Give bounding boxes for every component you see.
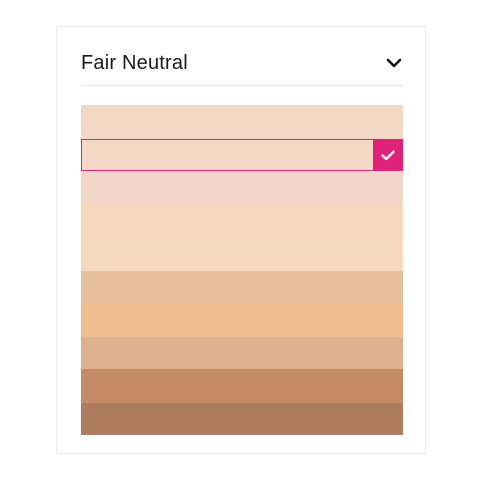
shade-swatch[interactable] bbox=[81, 337, 403, 369]
shade-dropdown[interactable]: Fair Neutral bbox=[81, 43, 403, 83]
shade-swatch[interactable] bbox=[81, 105, 403, 139]
shade-swatch[interactable] bbox=[81, 369, 403, 403]
selected-shade-label: Fair Neutral bbox=[81, 51, 188, 74]
shade-swatch[interactable] bbox=[81, 303, 403, 337]
shade-swatch-list bbox=[81, 105, 403, 435]
chevron-down-icon[interactable] bbox=[385, 54, 403, 72]
checkmark-icon bbox=[373, 139, 403, 171]
divider bbox=[81, 85, 403, 86]
shade-swatch[interactable] bbox=[81, 171, 403, 203]
shade-swatch[interactable] bbox=[81, 237, 403, 271]
shade-swatch[interactable] bbox=[81, 271, 403, 303]
shade-swatch[interactable] bbox=[81, 403, 403, 435]
shade-swatch[interactable] bbox=[81, 139, 403, 171]
shade-selector-panel: Fair Neutral bbox=[56, 26, 426, 454]
shade-swatch[interactable] bbox=[81, 203, 403, 237]
